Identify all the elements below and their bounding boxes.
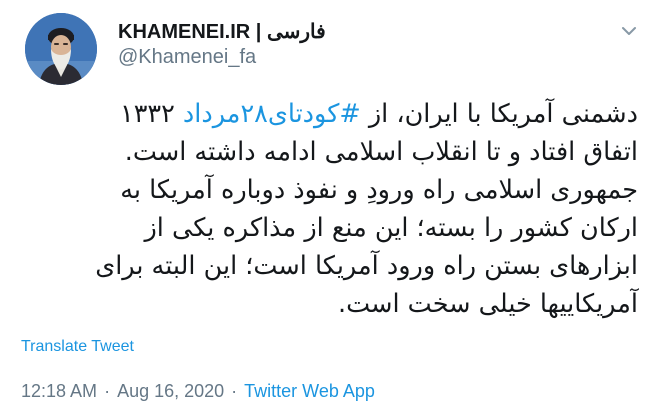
profile-photo [25,13,97,85]
hashtag-link[interactable]: #کودتای۲۸مرداد [183,99,361,129]
author-name-row[interactable]: KHAMENEI.IR | فارسی [118,19,326,43]
tweet-time[interactable]: 12:18 AM [21,381,97,402]
tweet-line: جمهوری اسلامی راه ورودِ و نفوذ دوباره آم… [120,175,638,205]
tweet-text: دشمنی آمریکا با ایران، از #کودتای۲۸مرداد… [20,95,638,323]
tweet-line-text: ۱۳۳۲ [120,99,183,129]
tweet-date[interactable]: Aug 16, 2020 [117,381,224,402]
author-handle[interactable]: @Khamenei_fa [118,46,256,69]
tweet-line-text: دشمنی آمریکا با ایران، از [360,99,638,129]
tweet-line: ابزارهای بستن راه ورود آمریکا است؛ این ا… [95,251,638,281]
meta-separator: · [231,380,238,401]
chevron-down-icon[interactable] [618,20,640,42]
tweet-source-link[interactable]: Twitter Web App [244,381,375,402]
tweet-line: ارکان کشور را بسته؛ این منع از مذاکره یک… [144,213,638,243]
tweet-line: دشمنی آمریکا با ایران، از #کودتای۲۸مرداد… [20,95,638,133]
avatar[interactable] [25,13,97,85]
author-display-name[interactable]: KHAMENEI.IR | فارسی [118,19,326,44]
tweet-line: اتفاق افتاد و تا انقلاب اسلامی ادامه داش… [124,137,638,167]
tweet-meta: 12:18 AM · Aug 16, 2020 · Twitter Web Ap… [21,379,375,403]
translate-tweet-link[interactable]: Translate Tweet [21,338,134,356]
meta-separator: · [104,380,111,401]
tweet-line: آمریکاییها خیلی سخت است. [337,289,638,319]
